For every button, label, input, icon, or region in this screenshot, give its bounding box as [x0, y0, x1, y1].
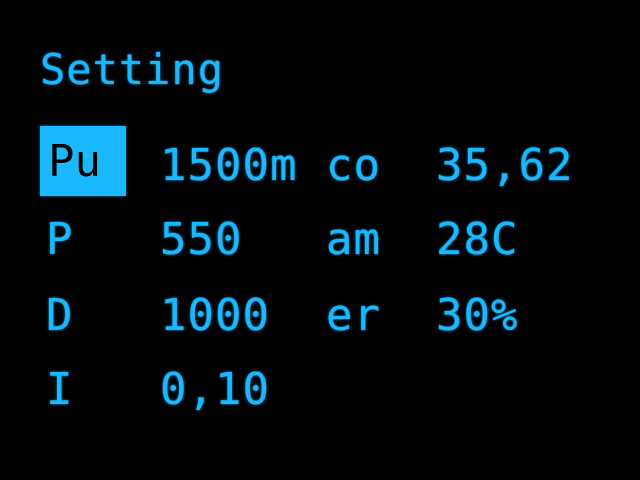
setting-label-p[interactable]: P [46, 214, 74, 266]
readout-value-am: 28C [436, 214, 519, 265]
selected-setting-highlight[interactable]: Pu [40, 126, 126, 196]
setting-value-i: 0,10 [160, 364, 270, 415]
screen-title: Setting [40, 45, 225, 94]
readout-label-er: er [326, 290, 381, 341]
oled-display: Setting Pu 1500m co 35,62 P 550 am 28C D… [0, 0, 640, 480]
setting-label-d[interactable]: D [46, 290, 74, 342]
setting-label-i[interactable]: I [46, 364, 74, 416]
readout-label-co: co [326, 140, 381, 191]
setting-value-d: 1000 [160, 290, 270, 341]
setting-value-p: 550 [160, 214, 243, 265]
readout-label-am: am [326, 214, 381, 265]
setting-value-pu: 1500m [160, 140, 298, 191]
setting-label-pu: Pu [48, 136, 101, 187]
readout-value-co: 35,62 [436, 140, 574, 191]
readout-value-er: 30% [436, 290, 519, 341]
